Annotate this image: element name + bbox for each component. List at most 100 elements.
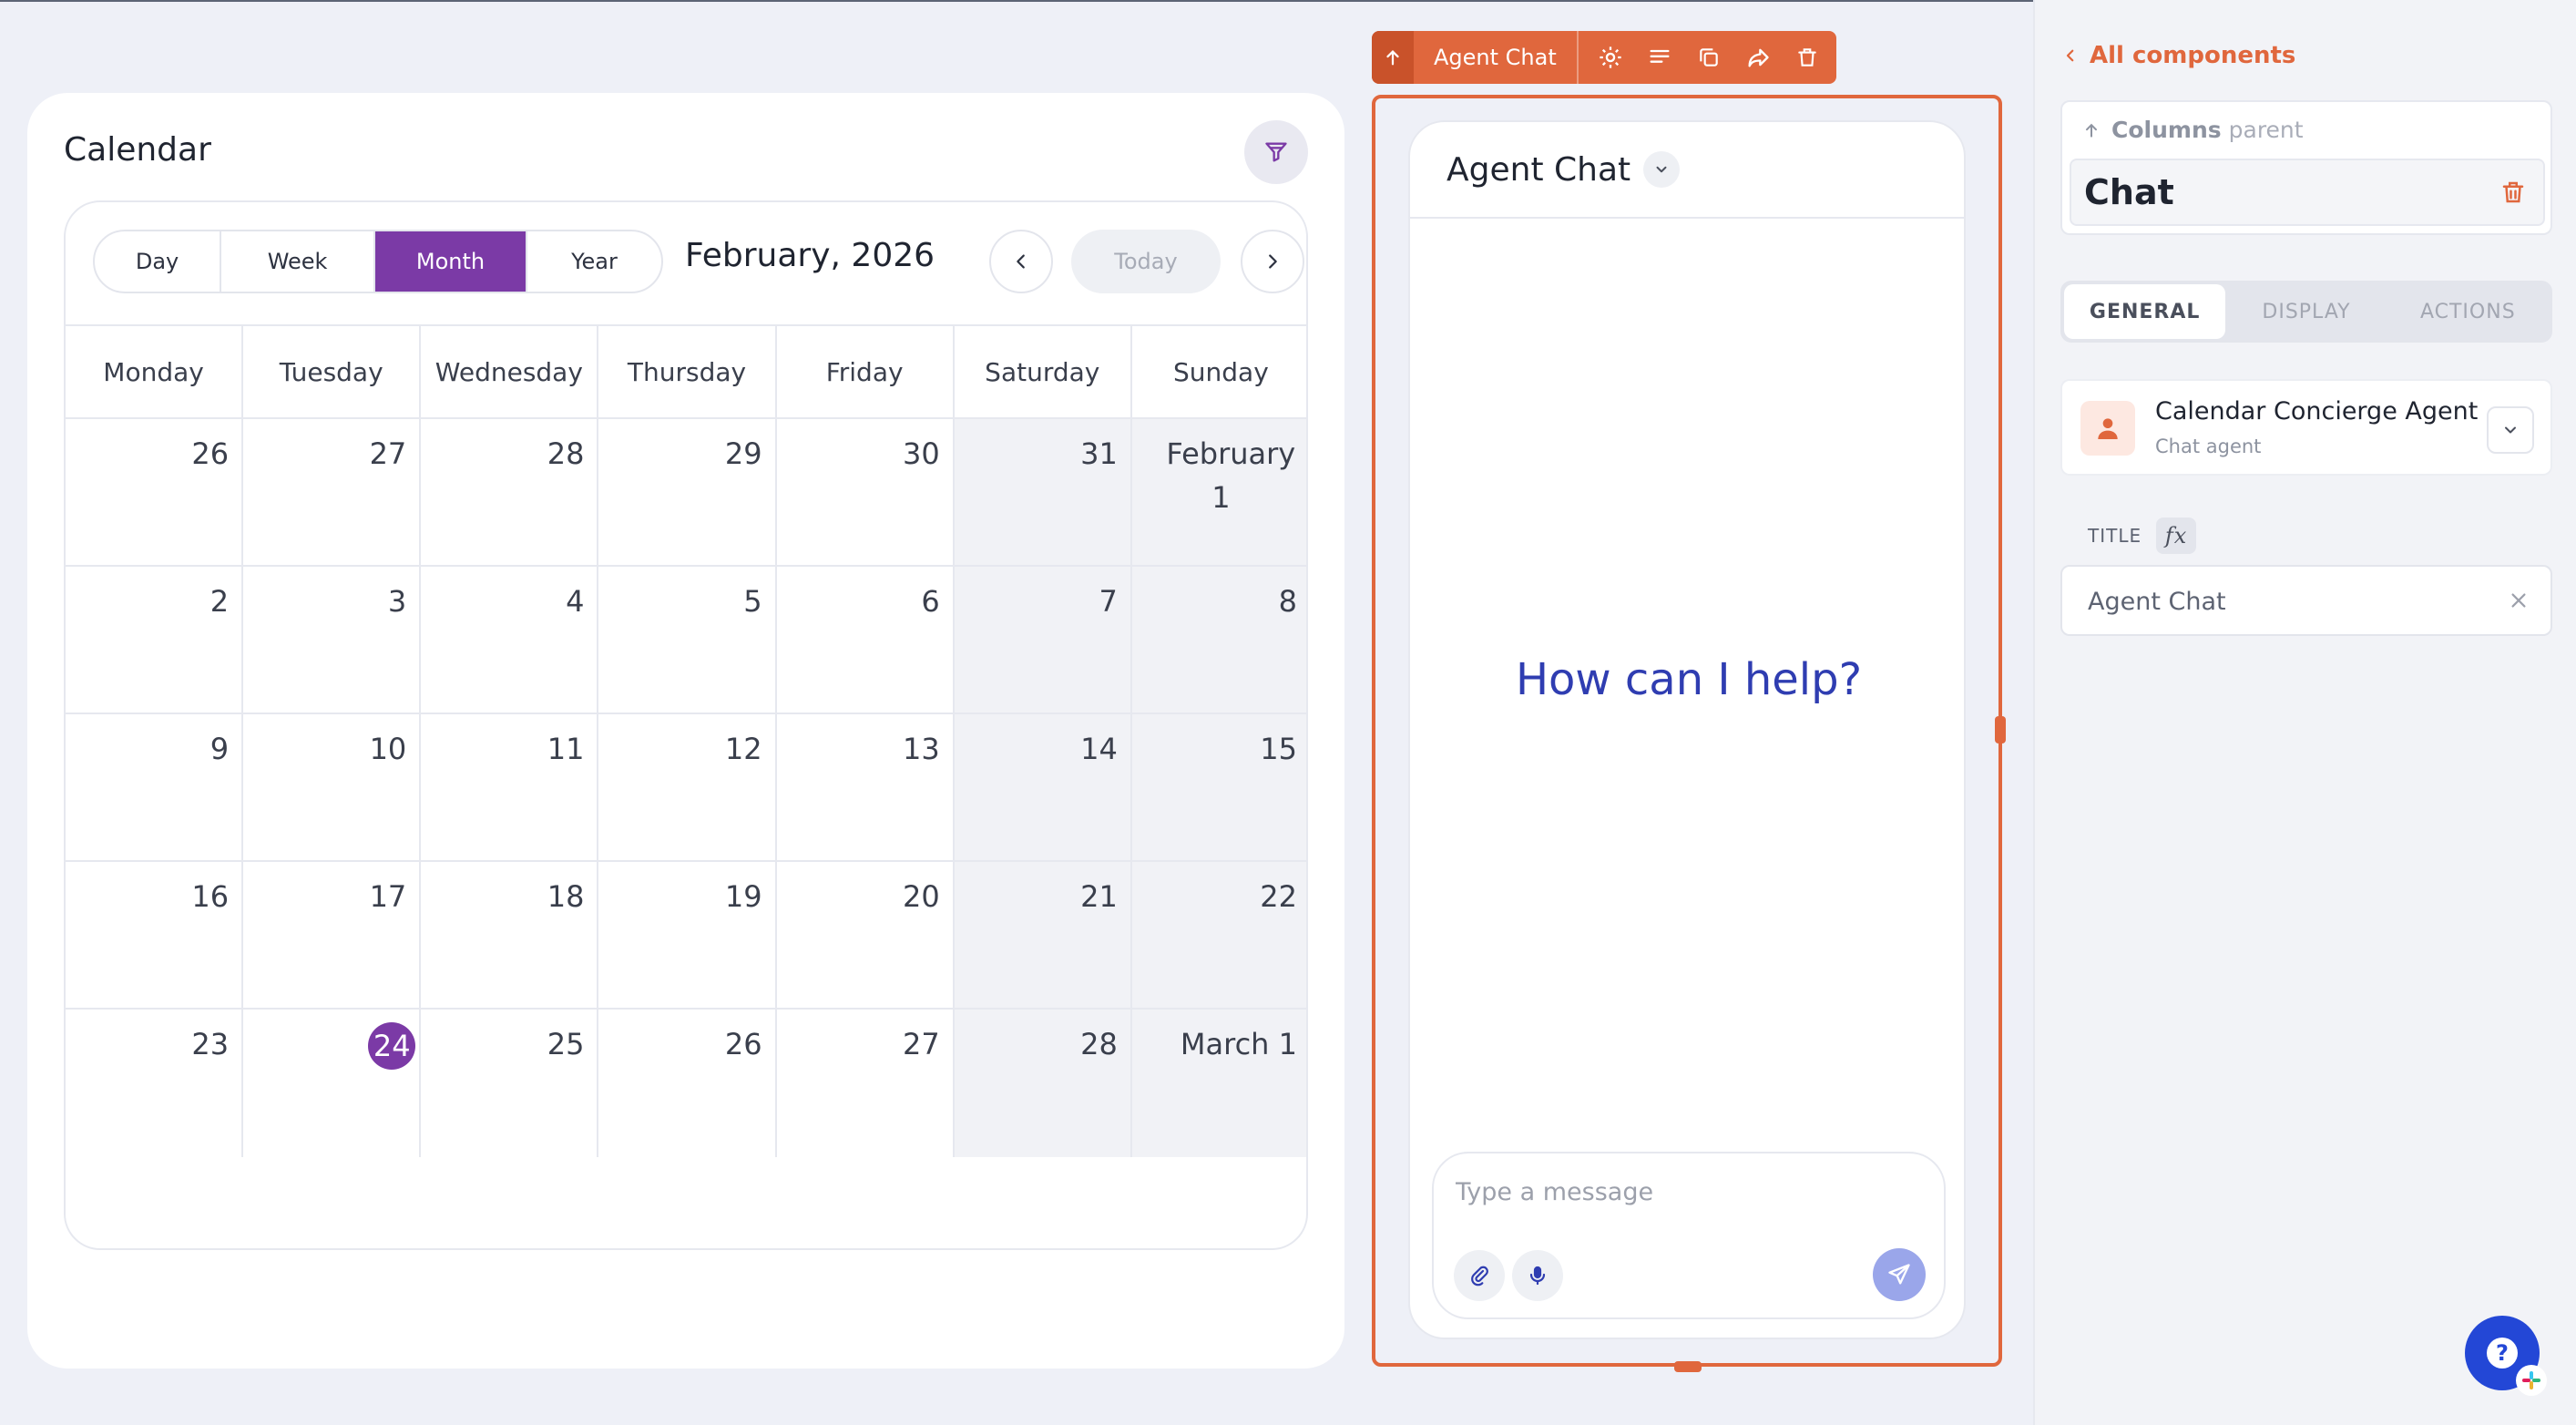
message-input[interactable] <box>1456 1172 1911 1212</box>
chevron-left-icon <box>2066 49 2074 62</box>
select-parent-button[interactable] <box>1372 31 1414 84</box>
day-number: 12 <box>724 732 762 766</box>
weekday-header: Thursday <box>598 326 777 419</box>
resize-handle-right[interactable] <box>1995 716 2006 743</box>
align-left-icon <box>1650 49 1670 63</box>
widget-duplicate-button[interactable] <box>1684 31 1733 84</box>
formula-toggle-button[interactable]: fx <box>2156 518 2197 554</box>
send-button[interactable] <box>1873 1248 1926 1301</box>
day-cell[interactable]: 6 <box>776 567 955 714</box>
chat-menu-button[interactable] <box>1643 151 1681 188</box>
next-month-button[interactable] <box>1241 230 1304 293</box>
day-cell[interactable]: 30 <box>776 419 955 567</box>
current-component-name: Chat <box>2084 172 2174 212</box>
day-cell[interactable]: 7 <box>954 567 1132 714</box>
chevron-down-icon <box>2505 426 2516 434</box>
day-cell[interactable]: 25 <box>421 1010 599 1157</box>
day-cell[interactable]: 13 <box>776 714 955 862</box>
title-input[interactable] <box>2088 581 2489 621</box>
day-cell[interactable]: 28 <box>954 1010 1132 1157</box>
day-cell[interactable]: 14 <box>954 714 1132 862</box>
today-button[interactable]: Today <box>1071 230 1221 293</box>
day-number: 21 <box>1080 879 1118 914</box>
component-hierarchy: Columns parent Chat <box>2060 100 2552 235</box>
gear-icon <box>1600 46 1621 68</box>
voice-button[interactable] <box>1512 1250 1563 1301</box>
view-month-button[interactable]: Month <box>375 231 527 292</box>
widget-move-button[interactable] <box>1733 31 1783 84</box>
attach-button[interactable] <box>1454 1250 1505 1301</box>
chevron-left-icon <box>1017 254 1025 269</box>
day-cell[interactable]: March 1 <box>1131 1010 1306 1157</box>
calendar-card: Calendar Day Week Month Year February, 2… <box>27 93 1344 1369</box>
day-cell[interactable]: 18 <box>421 862 599 1010</box>
day-cell[interactable]: 28 <box>421 419 599 567</box>
agent-selector[interactable]: Calendar Concierge Agent Chat agent <box>2060 379 2552 476</box>
parent-link[interactable]: Columns parent <box>2082 117 2304 143</box>
delete-component-button[interactable] <box>2499 179 2527 210</box>
day-cell[interactable]: 10 <box>243 714 422 862</box>
day-number: 26 <box>724 1027 762 1061</box>
day-cell[interactable]: 17 <box>243 862 422 1010</box>
day-cell[interactable]: 21 <box>954 862 1132 1010</box>
day-number: 11 <box>547 732 585 766</box>
day-number: 13 <box>902 732 940 766</box>
day-cell[interactable]: 19 <box>598 862 777 1010</box>
view-week-button[interactable]: Week <box>221 231 376 292</box>
agent-name: Calendar Concierge Agent <box>2155 397 2479 425</box>
calendar-toolbar: Day Week Month Year February, 2026 Today <box>66 202 1306 324</box>
day-number: 18 <box>547 879 585 914</box>
message-composer <box>1432 1152 1946 1319</box>
day-number: 19 <box>724 879 762 914</box>
clear-title-button[interactable] <box>2509 590 2529 614</box>
prev-month-button[interactable] <box>989 230 1053 293</box>
widget-delete-button[interactable] <box>1783 31 1832 84</box>
day-cell[interactable]: 9 <box>66 714 244 862</box>
all-components-label: All components <box>2090 42 2296 69</box>
view-year-button[interactable]: Year <box>527 231 661 292</box>
day-number: 25 <box>547 1027 585 1061</box>
day-cell[interactable]: 11 <box>421 714 599 862</box>
day-cell[interactable]: 27 <box>777 1010 955 1157</box>
day-number: 3 <box>387 584 407 619</box>
tab-display[interactable]: DISPLAY <box>2225 284 2387 339</box>
today-day-number: 24 <box>368 1022 416 1070</box>
day-cell[interactable]: 12 <box>598 714 777 862</box>
day-cell[interactable]: 31 <box>954 419 1132 567</box>
day-cell[interactable]: 20 <box>776 862 955 1010</box>
inspector-tabs: GENERAL DISPLAY ACTIONS <box>2060 281 2552 343</box>
day-cell[interactable]: 29 <box>598 419 777 567</box>
day-cell[interactable]: 26 <box>598 1010 777 1157</box>
title-label-text: TITLE <box>2088 525 2142 547</box>
day-cell[interactable]: 4 <box>421 567 599 714</box>
day-cell[interactable]: 22 <box>1131 862 1306 1010</box>
widget-settings-button[interactable] <box>1586 31 1635 84</box>
resize-handle-bottom[interactable] <box>1674 1361 1702 1372</box>
agent-avatar <box>2080 401 2135 456</box>
calendar-body: Day Week Month Year February, 2026 Today… <box>64 200 1308 1250</box>
day-cell[interactable]: 8 <box>1131 567 1306 714</box>
widget-align-button[interactable] <box>1635 31 1684 84</box>
day-number: 20 <box>902 879 940 914</box>
day-cell[interactable]: 5 <box>598 567 777 714</box>
tab-actions[interactable]: ACTIONS <box>2387 284 2549 339</box>
day-number: 7 <box>1099 584 1118 619</box>
day-cell[interactable]: 26 <box>66 419 244 567</box>
day-cell[interactable]: 16 <box>66 862 244 1010</box>
filter-button[interactable] <box>1244 120 1308 184</box>
day-cell[interactable]: 3 <box>243 567 422 714</box>
tab-general[interactable]: GENERAL <box>2064 284 2226 339</box>
day-cell[interactable]: 27 <box>243 419 422 567</box>
parent-word: parent <box>2228 117 2304 143</box>
day-cell[interactable]: 23 <box>66 1010 244 1157</box>
day-cell[interactable]: February 1 <box>1131 419 1306 567</box>
all-components-link[interactable]: All components <box>2062 42 2295 69</box>
day-cell[interactable]: 2 <box>66 567 244 714</box>
view-day-button[interactable]: Day <box>95 231 222 292</box>
day-cell-today[interactable]: 24 <box>243 1010 422 1157</box>
agent-dropdown-button[interactable] <box>2487 406 2534 454</box>
day-number: 8 <box>1278 584 1297 619</box>
day-cell[interactable]: 15 <box>1131 714 1306 862</box>
day-number: 28 <box>1080 1027 1118 1061</box>
day-number: 26 <box>191 436 230 471</box>
